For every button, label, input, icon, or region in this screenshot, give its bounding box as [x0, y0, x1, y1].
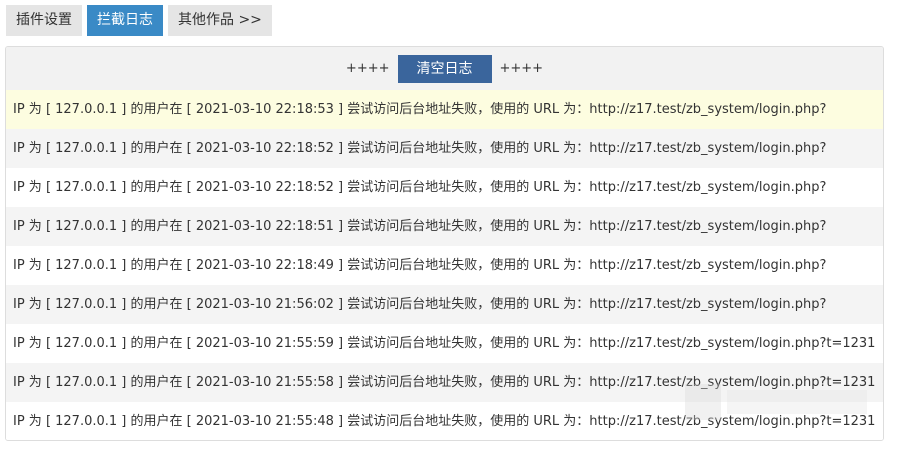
- tab-plugin-settings[interactable]: 插件设置: [6, 5, 82, 36]
- log-row: IP 为 [ 127.0.0.1 ] 的用户在 [ 2021-03-10 21:…: [6, 285, 883, 324]
- log-row: IP 为 [ 127.0.0.1 ] 的用户在 [ 2021-03-10 22:…: [6, 129, 883, 168]
- log-row: IP 为 [ 127.0.0.1 ] 的用户在 [ 2021-03-10 22:…: [6, 168, 883, 207]
- log-row: IP 为 [ 127.0.0.1 ] 的用户在 [ 2021-03-10 22:…: [6, 207, 883, 246]
- log-row: IP 为 [ 127.0.0.1 ] 的用户在 [ 2021-03-10 22:…: [6, 90, 883, 129]
- tab-intercept-log[interactable]: 拦截日志: [87, 5, 163, 36]
- clear-log-button[interactable]: 清空日志: [397, 54, 492, 83]
- toolbar-left-decor: ++++: [345, 61, 390, 76]
- log-row: IP 为 [ 127.0.0.1 ] 的用户在 [ 2021-03-10 21:…: [6, 363, 883, 402]
- log-row: IP 为 [ 127.0.0.1 ] 的用户在 [ 2021-03-10 21:…: [6, 402, 883, 440]
- log-panel: ++++ 清空日志 ++++ IP 为 [ 127.0.0.1 ] 的用户在 […: [5, 46, 884, 441]
- log-toolbar: ++++ 清空日志 ++++: [6, 47, 883, 90]
- tab-other-works[interactable]: 其他作品 >>: [168, 5, 272, 36]
- log-list: IP 为 [ 127.0.0.1 ] 的用户在 [ 2021-03-10 22:…: [6, 90, 883, 440]
- log-row: IP 为 [ 127.0.0.1 ] 的用户在 [ 2021-03-10 22:…: [6, 246, 883, 285]
- log-row: IP 为 [ 127.0.0.1 ] 的用户在 [ 2021-03-10 21:…: [6, 324, 883, 363]
- tab-bar: 插件设置 拦截日志 其他作品 >>: [6, 5, 272, 36]
- toolbar-right-decor: ++++: [499, 61, 544, 76]
